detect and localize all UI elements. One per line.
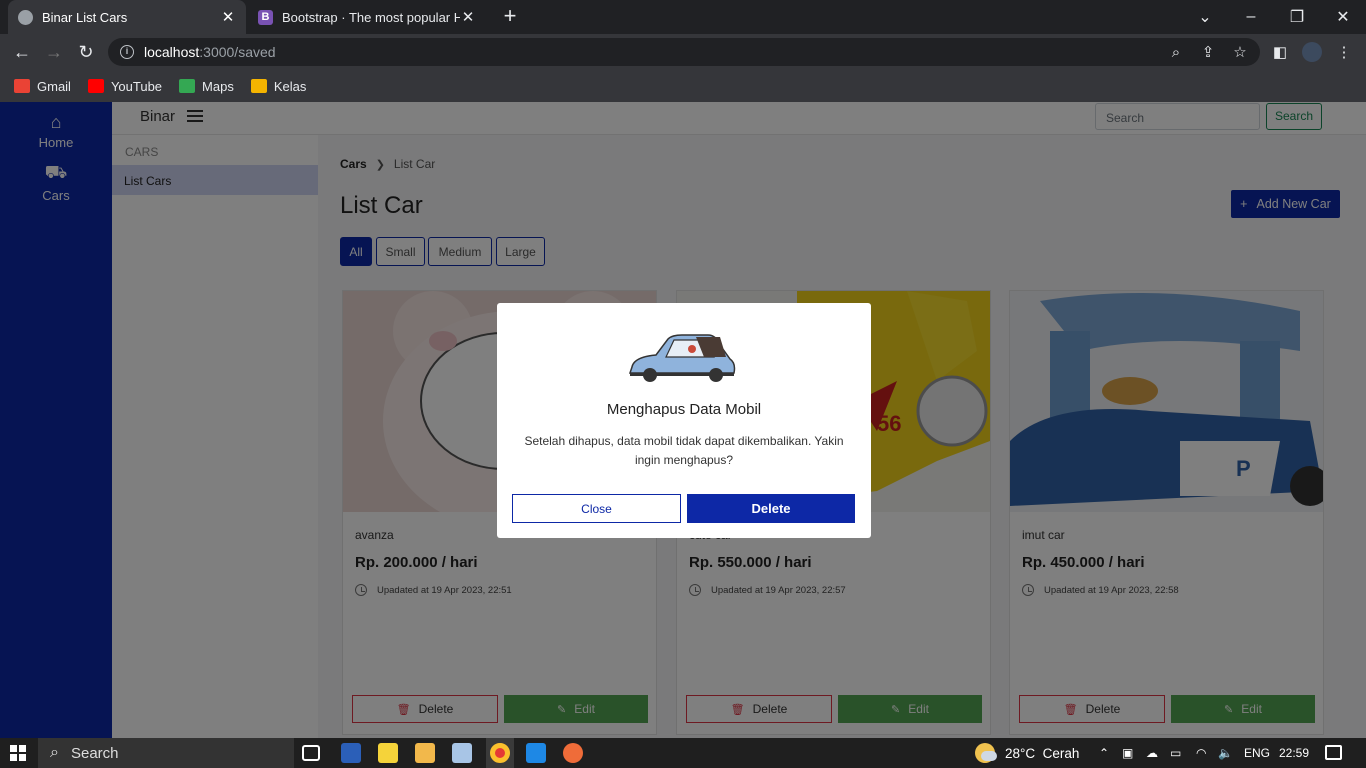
- menu-icon[interactable]: ⋮: [1332, 40, 1356, 64]
- bookmarks-bar: Gmail YouTube Maps Kelas: [0, 70, 1366, 102]
- wifi-icon[interactable]: ◠: [1196, 738, 1206, 768]
- sticky-notes-icon[interactable]: [378, 743, 398, 763]
- forward-icon[interactable]: →: [41, 40, 67, 64]
- maps-icon: [179, 79, 196, 93]
- tab-search-icon[interactable]: ⌄: [1182, 0, 1228, 34]
- reload-icon[interactable]: ↻: [73, 40, 99, 64]
- bookmark-maps[interactable]: Maps: [179, 79, 234, 94]
- file-explorer-icon[interactable]: [415, 743, 435, 763]
- zoom-icon[interactable]: ⌕: [1164, 40, 1188, 64]
- car-illustration-icon: [628, 334, 736, 382]
- vscode-icon[interactable]: [526, 743, 546, 763]
- bootstrap-icon: B: [258, 9, 273, 25]
- windows-taskbar: ⌕ Search 28°C Cerah ⌃ ▣ ☁ ▭ ◠ 🔈 ENG 22:5…: [0, 738, 1366, 768]
- side-panel-icon[interactable]: ◧: [1268, 40, 1292, 64]
- minimize-icon[interactable]: –: [1228, 0, 1274, 34]
- delete-confirm-modal: Menghapus Data Mobil Setelah dihapus, da…: [497, 303, 871, 538]
- bookmark-star-icon[interactable]: ☆: [1228, 40, 1252, 64]
- tab-bootstrap[interactable]: B Bootstrap · The most popular HTML ✕: [248, 0, 486, 34]
- taskbar-search[interactable]: ⌕ Search: [38, 738, 294, 768]
- chevron-up-icon[interactable]: ⌃: [1099, 738, 1109, 768]
- battery-icon[interactable]: ▭: [1170, 738, 1181, 768]
- app-viewport: ⌂ Home ⛟ Cars Binar Search Search CARS L…: [0, 102, 1366, 738]
- weather-icon: [975, 743, 997, 763]
- language-indicator[interactable]: ENG: [1244, 738, 1270, 768]
- youtube-icon: [87, 79, 104, 93]
- notification-icon[interactable]: [1325, 745, 1342, 760]
- profile-avatar[interactable]: [1300, 40, 1324, 64]
- weather-widget[interactable]: 28°C Cerah: [975, 738, 1079, 768]
- cloud-icon[interactable]: ☁: [1146, 738, 1158, 768]
- address-bar[interactable]: i localhost:3000/saved: [108, 38, 1260, 66]
- close-window-icon[interactable]: ✕: [1320, 0, 1366, 34]
- bookmark-kelas[interactable]: Kelas: [250, 79, 306, 94]
- globe-icon: [18, 9, 33, 25]
- url-host: localhost: [144, 44, 200, 60]
- tab-title: Binar List Cars: [42, 9, 128, 25]
- word-icon[interactable]: [341, 743, 361, 763]
- bookmark-youtube[interactable]: YouTube: [87, 79, 162, 94]
- tab-binar-list-cars[interactable]: Binar List Cars ✕: [8, 0, 246, 34]
- chrome-icon[interactable]: [486, 738, 514, 768]
- volume-icon[interactable]: 🔈: [1218, 738, 1233, 768]
- classroom-icon: [250, 79, 267, 93]
- restore-icon[interactable]: ❐: [1274, 0, 1320, 34]
- modal-title: Menghapus Data Mobil: [606, 401, 762, 418]
- taskbar-clock[interactable]: 22:59: [1279, 738, 1309, 768]
- site-info-icon[interactable]: i: [120, 45, 134, 59]
- meet-icon[interactable]: ▣: [1122, 738, 1133, 768]
- url-path: :3000/saved: [199, 44, 276, 60]
- task-view-icon[interactable]: [302, 745, 320, 761]
- new-tab-button[interactable]: +: [498, 5, 522, 29]
- search-icon: ⌕: [50, 744, 59, 761]
- close-tab-icon[interactable]: ✕: [220, 8, 236, 26]
- bookmark-gmail[interactable]: Gmail: [14, 79, 71, 94]
- modal-body: Setelah dihapus, data mobil tidak dapat …: [524, 434, 844, 467]
- back-icon[interactable]: ←: [9, 40, 35, 64]
- gmail-icon: [14, 79, 30, 93]
- notepad-icon[interactable]: [452, 743, 472, 763]
- close-tab-icon[interactable]: ✕: [460, 8, 476, 26]
- postman-icon[interactable]: [563, 743, 583, 763]
- windows-start-icon[interactable]: [10, 745, 26, 761]
- share-icon[interactable]: ⇪: [1196, 40, 1220, 64]
- tab-title: Bootstrap · The most popular HTML: [282, 9, 460, 25]
- close-button[interactable]: Close: [512, 494, 681, 523]
- browser-tab-bar: Binar List Cars ✕ B Bootstrap · The most…: [0, 0, 1366, 34]
- confirm-delete-button[interactable]: Delete: [687, 494, 855, 523]
